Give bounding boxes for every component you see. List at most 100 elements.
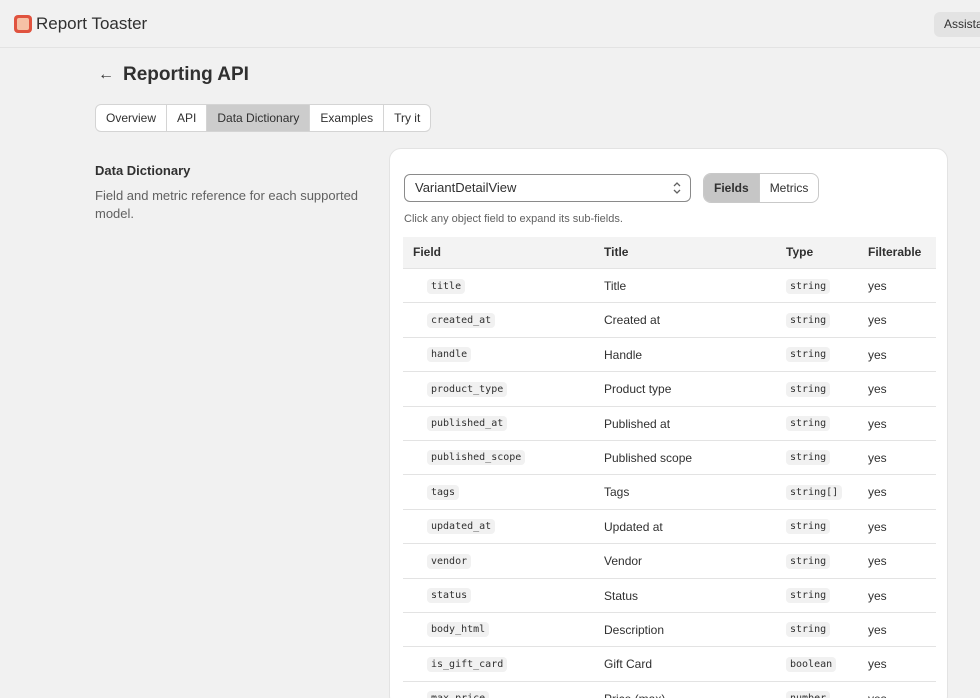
table-row[interactable]: vendor Vendor string yes: [403, 544, 936, 579]
header-title: Title: [604, 245, 629, 259]
table-row[interactable]: created_at Created at string yes: [403, 303, 936, 338]
type-value: string: [786, 416, 831, 432]
filterable-cell: yes: [868, 485, 887, 500]
table-row[interactable]: updated_at Updated at string yes: [403, 510, 936, 545]
title-cell: Product type: [604, 382, 672, 397]
section-description: Field and metric reference for each supp…: [95, 188, 359, 221]
type-value: string: [786, 381, 831, 397]
tab-examples[interactable]: Examples: [310, 105, 385, 131]
arrow-left-icon[interactable]: ←: [98, 65, 116, 85]
type-cell: string[]: [786, 475, 843, 509]
dictionary-card: VariantDetailView Fields Metrics Click a…: [389, 148, 948, 698]
field-name: vendor: [427, 553, 472, 569]
type-value: string: [786, 588, 831, 604]
table-row[interactable]: body_html Description string yes: [403, 613, 936, 648]
tab-data-dictionary[interactable]: Data Dictionary: [207, 105, 311, 131]
title-cell: Gift Card: [604, 657, 653, 672]
field-name: tags: [427, 484, 460, 500]
type-value: string: [786, 347, 831, 363]
type-cell: string: [786, 441, 831, 475]
title-cell: Handle: [604, 347, 643, 362]
type-cell: string: [786, 372, 831, 406]
filterable-cell: yes: [868, 657, 887, 672]
table-row[interactable]: handle Handle string yes: [403, 338, 936, 373]
type-cell: string: [786, 544, 831, 578]
filterable-cell: yes: [868, 279, 887, 293]
field-cell: handle: [427, 338, 472, 372]
table-row[interactable]: published_scope Published scope string yes: [403, 441, 936, 476]
filterable-cell: yes: [868, 554, 887, 569]
title-cell: Price (max): [604, 682, 665, 698]
tab-overview[interactable]: Overview: [96, 105, 168, 131]
table-row[interactable]: max_price Price (max) number yes: [403, 682, 936, 698]
filterable-cell: yes: [868, 622, 887, 637]
type-cell: string: [786, 510, 831, 544]
field-cell: published_at: [427, 407, 508, 441]
fields-toggle-button[interactable]: Fields: [704, 174, 759, 202]
field-name: published_scope: [427, 450, 526, 466]
type-value: string: [786, 622, 831, 638]
report-toaster-logo-icon: [14, 15, 32, 33]
filterable-cell: yes: [868, 416, 887, 431]
header-type: Type: [786, 245, 814, 259]
title-cell: Published at: [604, 416, 671, 431]
field-name: published_at: [427, 416, 508, 432]
type-value: string: [786, 450, 831, 466]
type-cell: string: [786, 303, 831, 337]
field-name: is_gift_card: [427, 656, 508, 672]
table-row[interactable]: published_at Published at string yes: [403, 407, 936, 441]
field-cell: is_gift_card: [427, 647, 508, 681]
table-body: title Title string yes created_at Created at s…: [403, 269, 936, 698]
title-cell: Published scope: [604, 450, 693, 465]
table-row[interactable]: product_type Product type string yes: [403, 372, 936, 407]
field-cell: title: [427, 269, 466, 303]
page-title: Reporting API: [123, 64, 249, 85]
header-filterable: Filterable: [868, 245, 922, 259]
field-cell: max_price: [427, 682, 490, 698]
tab-try-it[interactable]: Try it: [384, 105, 430, 131]
title-cell: Tags: [604, 485, 630, 500]
field-cell: updated_at: [427, 510, 496, 544]
page-tabs: Overview API Data Dictionary Examples Tr…: [95, 104, 432, 132]
table-row[interactable]: status Status string yes: [403, 579, 936, 613]
top-bar: Report Toaster Assistant: [0, 0, 980, 48]
field-name: status: [427, 588, 472, 604]
type-value: string: [786, 312, 831, 328]
model-select[interactable]: VariantDetailView: [404, 174, 691, 202]
table-header: Field Title Type Filterable: [403, 237, 936, 269]
filterable-cell: yes: [868, 682, 887, 698]
field-cell: created_at: [427, 303, 496, 337]
field-cell: product_type: [427, 372, 508, 406]
assistant-button[interactable]: Assistant: [934, 12, 980, 37]
type-cell: string: [786, 407, 831, 441]
field-name: created_at: [427, 312, 496, 328]
type-value: number: [786, 691, 831, 698]
title-cell: Description: [604, 622, 665, 637]
field-name: max_price: [427, 691, 490, 698]
table-row[interactable]: tags Tags string[] yes: [403, 475, 936, 510]
section-title: Data Dictionary: [95, 163, 191, 178]
type-cell: string: [786, 269, 831, 303]
type-cell: string: [786, 579, 831, 613]
metrics-toggle-button[interactable]: Metrics: [758, 174, 819, 202]
app-title: Report Toaster: [36, 14, 148, 33]
tab-api[interactable]: API: [167, 105, 208, 131]
title-cell: Updated at: [604, 519, 663, 534]
model-select-value: VariantDetailView: [415, 180, 517, 195]
type-value: string[]: [786, 484, 843, 500]
chevron-up-down-icon: [673, 182, 681, 194]
title-cell: Status: [604, 588, 639, 603]
table-row[interactable]: title Title string yes: [403, 269, 936, 304]
filterable-cell: yes: [868, 347, 887, 362]
filterable-cell: yes: [868, 450, 887, 465]
table-row[interactable]: is_gift_card Gift Card boolean yes: [403, 647, 936, 682]
type-value: string: [786, 519, 831, 535]
filterable-cell: yes: [868, 588, 887, 603]
field-name: handle: [427, 347, 472, 363]
type-cell: string: [786, 338, 831, 372]
field-cell: vendor: [427, 544, 472, 578]
title-cell: Title: [604, 279, 627, 293]
type-value: string: [786, 278, 831, 294]
field-cell: body_html: [427, 613, 490, 647]
view-toggle: Fields Metrics: [703, 173, 820, 203]
